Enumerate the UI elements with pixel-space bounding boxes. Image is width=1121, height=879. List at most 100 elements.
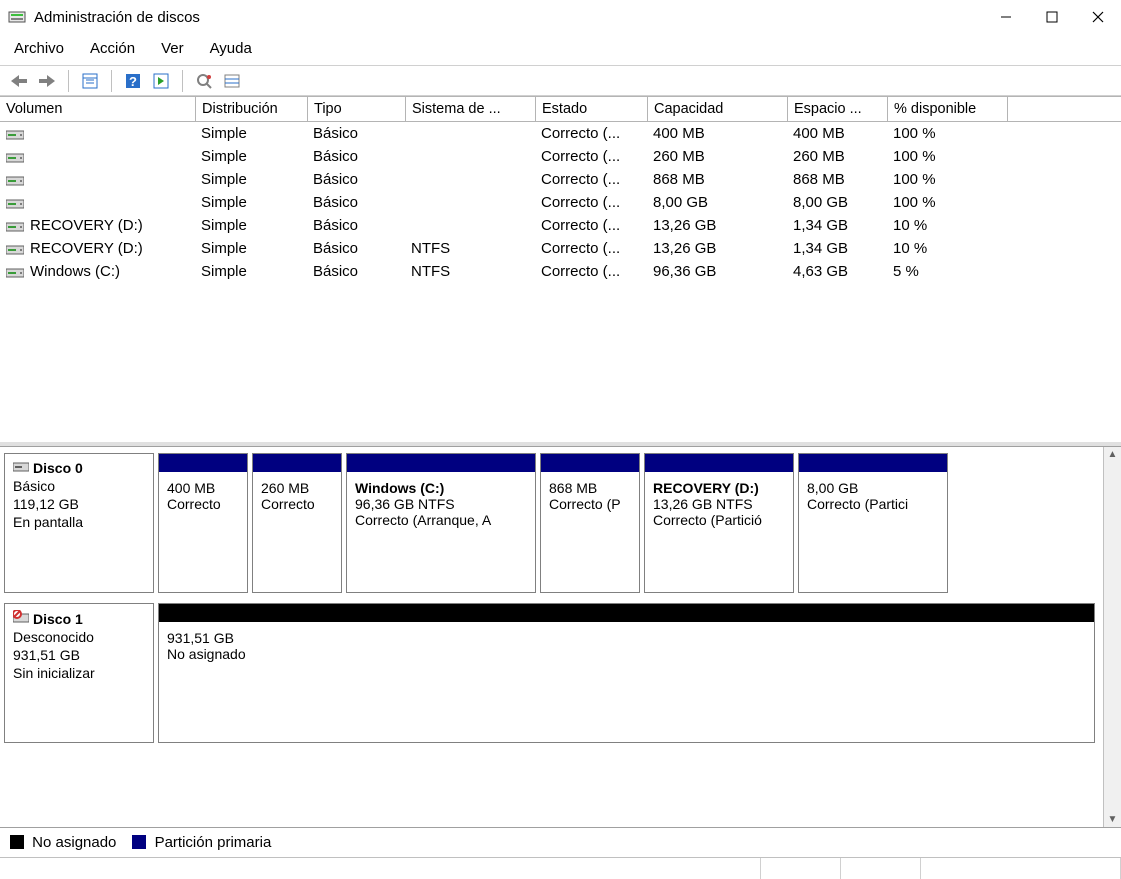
drive-icon [6, 128, 24, 140]
volume-layout-cell: Simple [195, 214, 307, 237]
maximize-button[interactable] [1029, 0, 1075, 34]
partition-header-primary [253, 454, 341, 472]
forward-button[interactable] [36, 70, 58, 92]
disk-name: Disco 0 [13, 460, 145, 476]
volume-capacity-cell: 260 MB [647, 145, 787, 168]
volume-status-cell: Correcto (... [535, 168, 647, 191]
window-title: Administración de discos [34, 9, 200, 26]
col-layout[interactable]: Distribución [195, 96, 307, 122]
disk-info[interactable]: Disco 0Básico119,12 GBEn pantalla [4, 453, 154, 593]
partition-size: 260 MB [261, 480, 333, 496]
volume-pct-cell: 10 % [887, 237, 1007, 260]
disk-scroll-area: Disco 0Básico119,12 GBEn pantalla400 MBC… [0, 447, 1103, 827]
volume-row[interactable]: SimpleBásicoCorrecto (...400 MB400 MB100… [0, 122, 1121, 145]
volume-name-cell [0, 168, 195, 191]
col-free[interactable]: Espacio ... [787, 96, 887, 122]
disk-warning-icon [13, 610, 29, 627]
list-icon[interactable] [221, 70, 243, 92]
vertical-scrollbar[interactable]: ▲ ▼ [1103, 447, 1121, 827]
legend-primary-label: Partición primaria [155, 834, 272, 851]
legend-unalloc-label: No asignado [32, 834, 116, 851]
refresh-icon[interactable] [150, 70, 172, 92]
col-status[interactable]: Estado [535, 96, 647, 122]
partition-body: 931,51 GBNo asignado [159, 622, 1094, 742]
partition[interactable]: Windows (C:)96,36 GB NTFSCorrecto (Arran… [346, 453, 536, 593]
volume-list-pane: Volumen Distribución Tipo Sistema de ...… [0, 96, 1121, 446]
partition-body: 8,00 GBCorrecto (Partici [799, 472, 947, 592]
volume-row[interactable]: RECOVERY (D:)SimpleBásicoNTFSCorrecto (.… [0, 237, 1121, 260]
scroll-up-icon[interactable]: ▲ [1108, 449, 1118, 460]
drive-icon [6, 243, 24, 255]
partition[interactable]: 260 MBCorrecto [252, 453, 342, 593]
partition-status: Correcto [167, 496, 239, 512]
col-capacity[interactable]: Capacidad [647, 96, 787, 122]
partition-size: 96,36 GB NTFS [355, 496, 527, 512]
disk-mgmt-icon [8, 8, 26, 26]
partition[interactable]: 931,51 GBNo asignado [158, 603, 1095, 743]
menu-file[interactable]: Archivo [10, 38, 68, 59]
volume-fs-cell [405, 122, 535, 145]
volume-row[interactable]: SimpleBásicoCorrecto (...8,00 GB8,00 GB1… [0, 191, 1121, 214]
volume-pct-cell: 10 % [887, 214, 1007, 237]
swatch-primary-icon [132, 835, 146, 849]
volume-capacity-cell: 13,26 GB [647, 237, 787, 260]
volume-fs-cell [405, 191, 535, 214]
volume-free-cell: 8,00 GB [787, 191, 887, 214]
properties-icon[interactable] [79, 70, 101, 92]
partition-header-primary [799, 454, 947, 472]
partition[interactable]: 8,00 GBCorrecto (Partici [798, 453, 948, 593]
menu-bar: Archivo Acción Ver Ayuda [0, 34, 1121, 66]
volume-list-header[interactable]: Volumen Distribución Tipo Sistema de ...… [0, 96, 1121, 122]
volume-name-label: RECOVERY (D:) [30, 240, 143, 257]
volume-rows: SimpleBásicoCorrecto (...400 MB400 MB100… [0, 122, 1121, 283]
volume-name-cell [0, 191, 195, 214]
volume-status-cell: Correcto (... [535, 145, 647, 168]
volume-type-cell: Básico [307, 191, 405, 214]
volume-fs-cell: NTFS [405, 260, 535, 283]
status-bar [0, 857, 1121, 879]
disk-size: 931,51 GB [13, 647, 145, 663]
menu-view[interactable]: Ver [157, 38, 188, 59]
volume-layout-cell: Simple [195, 260, 307, 283]
disk-type: Desconocido [13, 629, 145, 645]
volume-row[interactable]: Windows (C:)SimpleBásicoNTFSCorrecto (..… [0, 260, 1121, 283]
volume-row[interactable]: RECOVERY (D:)SimpleBásicoCorrecto (...13… [0, 214, 1121, 237]
partition-container: 400 MBCorrecto260 MBCorrectoWindows (C:)… [158, 453, 1095, 593]
col-fs[interactable]: Sistema de ... [405, 96, 535, 122]
volume-pct-cell: 100 % [887, 168, 1007, 191]
rescan-icon[interactable] [193, 70, 215, 92]
volume-free-cell: 260 MB [787, 145, 887, 168]
partition-size: 400 MB [167, 480, 239, 496]
partition-status: No asignado [167, 646, 1086, 662]
col-pct[interactable]: % disponible [887, 96, 1007, 122]
disk-info[interactable]: Disco 1Desconocido931,51 GBSin inicializ… [4, 603, 154, 743]
volume-row[interactable]: SimpleBásicoCorrecto (...260 MB260 MB100… [0, 145, 1121, 168]
partition-body: 868 MBCorrecto (P [541, 472, 639, 592]
help-icon[interactable]: ? [122, 70, 144, 92]
minimize-button[interactable] [983, 0, 1029, 34]
volume-fs-cell: NTFS [405, 237, 535, 260]
close-button[interactable] [1075, 0, 1121, 34]
partition[interactable]: 868 MBCorrecto (P [540, 453, 640, 593]
back-button[interactable] [8, 70, 30, 92]
partition[interactable]: RECOVERY (D:)13,26 GB NTFSCorrecto (Part… [644, 453, 794, 593]
volume-name-cell: RECOVERY (D:) [0, 237, 195, 260]
partition-body: 260 MBCorrecto [253, 472, 341, 592]
col-type[interactable]: Tipo [307, 96, 405, 122]
drive-icon [6, 266, 24, 278]
volume-row[interactable]: SimpleBásicoCorrecto (...868 MB868 MB100… [0, 168, 1121, 191]
swatch-unalloc-icon [10, 835, 24, 849]
legend-primary: Partición primaria [132, 834, 271, 851]
scroll-down-icon[interactable]: ▼ [1108, 814, 1118, 825]
volume-status-cell: Correcto (... [535, 260, 647, 283]
partition[interactable]: 400 MBCorrecto [158, 453, 248, 593]
col-volume[interactable]: Volumen [0, 96, 195, 122]
volume-type-cell: Básico [307, 145, 405, 168]
partition-size: 13,26 GB NTFS [653, 496, 785, 512]
volume-capacity-cell: 400 MB [647, 122, 787, 145]
menu-action[interactable]: Acción [86, 38, 139, 59]
menu-help[interactable]: Ayuda [206, 38, 256, 59]
drive-icon [6, 151, 24, 163]
volume-name-cell [0, 122, 195, 145]
drive-icon [6, 220, 24, 232]
